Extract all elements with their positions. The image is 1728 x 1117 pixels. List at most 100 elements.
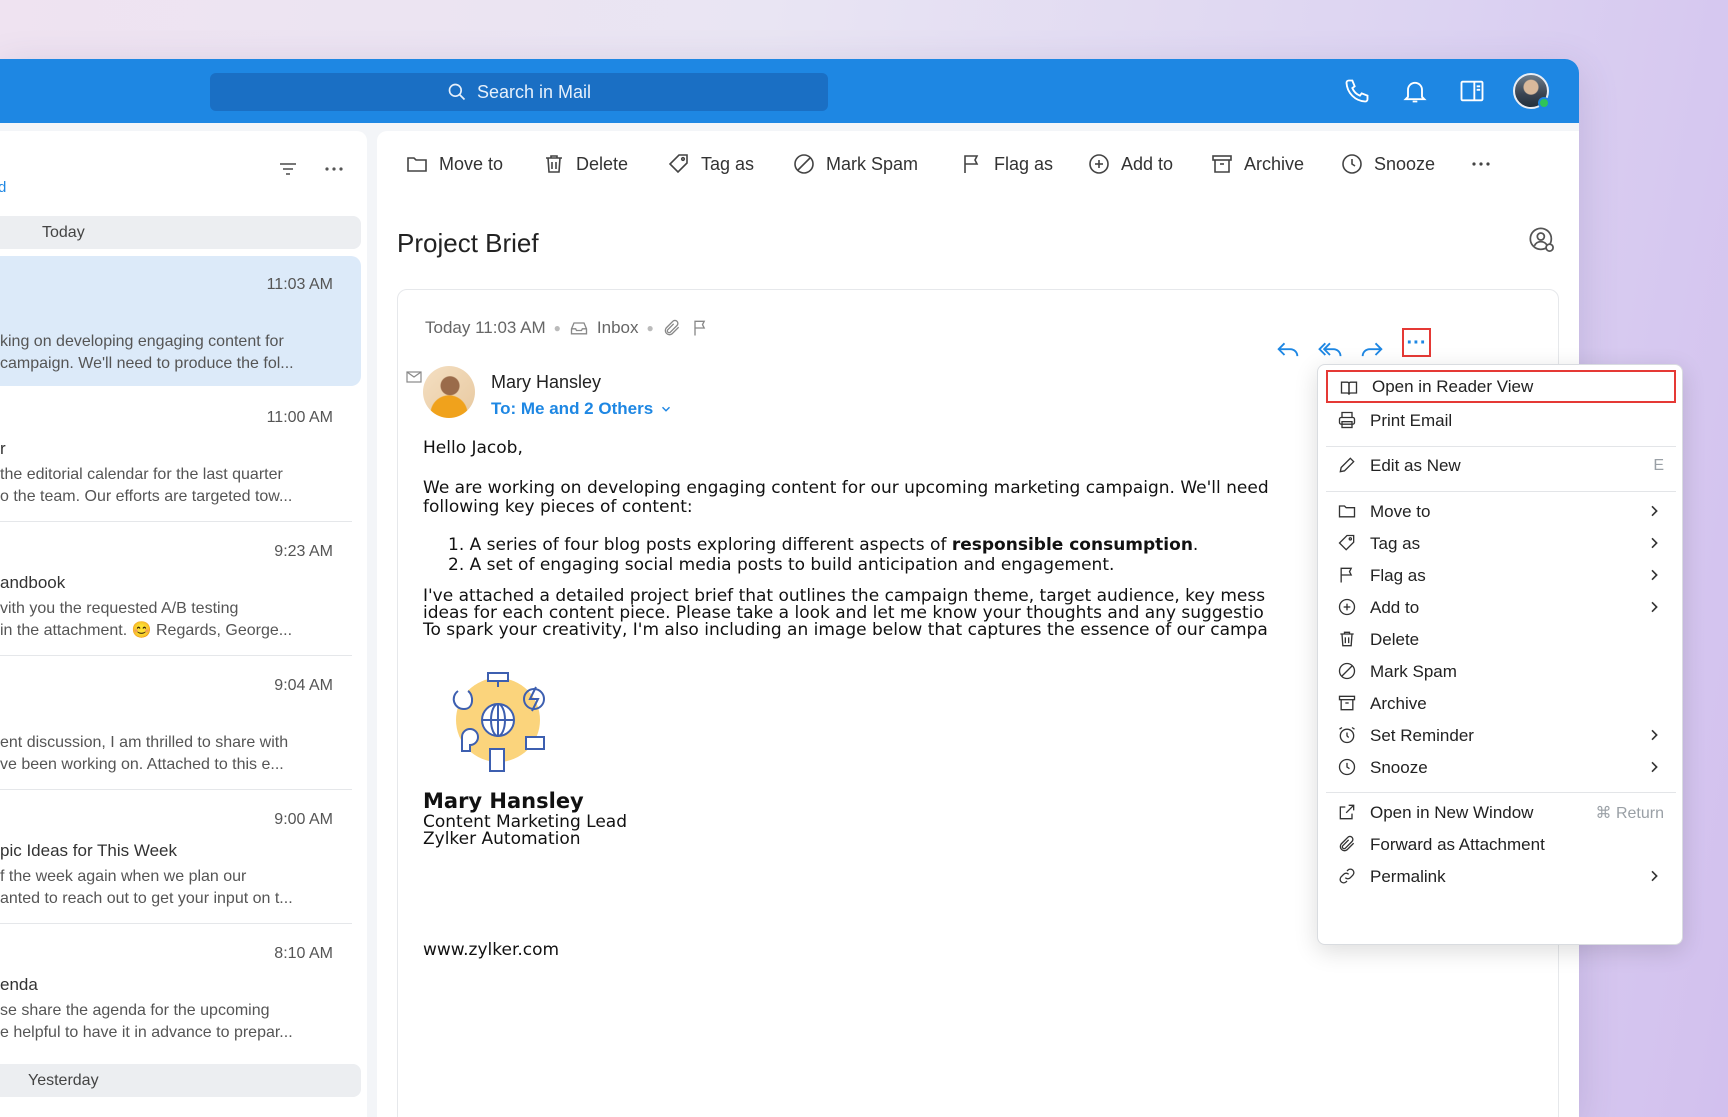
item-time: 9:00 AM: [274, 811, 333, 828]
email-meta: Today 11:03 AM ● Inbox ●: [425, 318, 710, 338]
list-item[interactable]: 9:23 AM andbook vith you the requested A…: [0, 523, 361, 653]
tag-icon: [668, 154, 688, 174]
signature-company: Zylker Automation: [423, 829, 581, 849]
item-time: 9:23 AM: [274, 543, 333, 560]
spam-icon: [794, 154, 814, 174]
email-paragraph-1: following key pieces of content:: [423, 497, 693, 517]
menu-item-forward-attachment[interactable]: Forward as Attachment: [1326, 828, 1676, 861]
meta-separator: ●: [646, 321, 654, 335]
menu-item-add-to[interactable]: Add to: [1326, 591, 1676, 624]
item-subject: andbook: [0, 573, 66, 592]
tag-icon: [1338, 534, 1355, 551]
email-list-item: 2. A set of engaging social media posts …: [448, 555, 1115, 575]
filter-icon[interactable]: [276, 157, 300, 181]
menu-item-edit-as-new[interactable]: Edit as New E: [1326, 449, 1676, 482]
snooze-button[interactable]: Snooze: [1340, 146, 1435, 182]
list-item[interactable]: 11:03 AM king on developing engaging con…: [0, 256, 361, 386]
reader-view-icon: [1340, 381, 1358, 395]
contacts-icon[interactable]: [1528, 226, 1556, 254]
add-to-button[interactable]: Add to: [1087, 146, 1173, 182]
menu-item-print-email[interactable]: Print Email: [1326, 404, 1676, 437]
link-icon: [1339, 868, 1355, 884]
alarm-icon: [1339, 726, 1355, 744]
signature-website[interactable]: www.zylker.com: [423, 940, 559, 960]
sender-avatar[interactable]: [423, 366, 475, 418]
email-date: Today 11:03 AM: [425, 318, 546, 337]
flag-icon: [1340, 567, 1353, 583]
flag-icon[interactable]: [690, 318, 710, 338]
list-item[interactable]: 8:10 AM enda se share the agenda for the…: [0, 925, 361, 1055]
chevron-right-icon: [1651, 601, 1658, 613]
campaign-illustration: [438, 665, 558, 785]
item-time: 8:10 AM: [274, 945, 333, 962]
spam-icon: [1338, 662, 1356, 680]
list-divider: [0, 521, 352, 522]
delete-button[interactable]: Delete: [542, 146, 628, 182]
chevron-right-icon: [1651, 729, 1658, 741]
menu-item-mark-spam[interactable]: Mark Spam: [1326, 655, 1676, 688]
menu-item-tag-as[interactable]: Tag as: [1326, 527, 1676, 560]
more-icon[interactable]: [322, 157, 346, 181]
email-more-button[interactable]: ···: [1402, 328, 1431, 357]
reply-icon[interactable]: [1274, 334, 1302, 362]
flag-icon: [964, 155, 979, 173]
menu-item-archive[interactable]: Archive: [1326, 687, 1676, 720]
trash-icon: [546, 155, 562, 173]
group-header-today: Today: [0, 216, 361, 249]
archive-icon: [1338, 695, 1356, 711]
list-item[interactable]: 9:00 AM pic Ideas for This Week f the we…: [0, 791, 361, 921]
chevron-down-icon: [662, 406, 671, 412]
clock-icon: [1338, 758, 1356, 776]
list-link-fragment[interactable]: d: [0, 179, 6, 196]
menu-item-snooze[interactable]: Snooze: [1326, 751, 1676, 784]
bell-icon[interactable]: [1401, 77, 1429, 105]
menu-item-set-reminder[interactable]: Set Reminder: [1326, 719, 1676, 752]
item-preview: ent discussion, I am thrilled to share w…: [0, 734, 289, 773]
envelope-icon: [406, 370, 422, 384]
phone-icon[interactable]: [1343, 77, 1371, 105]
email-context-menu: Open in Reader View Print Email Edit as …: [1317, 364, 1683, 945]
recipients-toggle[interactable]: To: Me and 2 Others: [491, 399, 673, 419]
list-divider: [0, 789, 352, 790]
chevron-right-icon: [1651, 537, 1658, 549]
top-bar: Search in Mail: [0, 59, 1579, 123]
action-toolbar: Move to Delete Tag as Mark Spam Flag as …: [377, 146, 1579, 182]
toolbar-more-button[interactable]: [1469, 146, 1493, 182]
menu-item-permalink[interactable]: Permalink: [1326, 860, 1676, 893]
flag-as-button[interactable]: Flag as: [960, 146, 1053, 182]
item-preview: f the week again when we plan our anted t…: [0, 868, 293, 907]
menu-item-open-reader-view[interactable]: Open in Reader View: [1326, 370, 1676, 403]
tag-as-button[interactable]: Tag as: [667, 146, 754, 182]
item-subject: r: [0, 439, 6, 458]
menu-item-flag-as[interactable]: Flag as: [1326, 559, 1676, 592]
email-folder[interactable]: Inbox: [597, 318, 639, 338]
more-icon: [1472, 162, 1490, 166]
reply-all-icon[interactable]: [1316, 334, 1344, 362]
search-bar[interactable]: Search in Mail: [210, 73, 828, 111]
meta-separator: ●: [553, 321, 561, 335]
forward-icon[interactable]: [1358, 334, 1386, 362]
pencil-icon: [1339, 457, 1355, 473]
mark-spam-button[interactable]: Mark Spam: [792, 146, 918, 182]
user-avatar[interactable]: [1513, 73, 1550, 109]
menu-item-open-new-window[interactable]: Open in New Window ⌘ Return: [1326, 796, 1676, 829]
list-divider: [0, 655, 352, 656]
item-time: 9:04 AM: [274, 677, 333, 694]
reading-pane-icon[interactable]: [1458, 77, 1486, 105]
item-preview: vith you the requested A/B testing in the…: [0, 600, 293, 639]
trash-icon: [1340, 631, 1354, 647]
signature-name: Mary Hansley: [423, 789, 584, 813]
menu-separator: [1326, 446, 1676, 447]
menu-item-move-to[interactable]: Move to: [1326, 495, 1676, 528]
move-to-button[interactable]: Move to: [405, 146, 503, 182]
archive-button[interactable]: Archive: [1210, 146, 1304, 182]
sender-name[interactable]: Mary Hansley: [491, 372, 601, 393]
search-placeholder: Search in Mail: [476, 81, 592, 102]
menu-item-delete[interactable]: Delete: [1326, 623, 1676, 656]
list-item[interactable]: 9:04 AM ent discussion, I am thrilled to…: [0, 657, 361, 787]
online-status-dot: [1538, 97, 1550, 109]
menu-separator: [1326, 491, 1676, 492]
folder-icon: [1338, 505, 1356, 518]
list-item[interactable]: 11:00 AM r the editorial calendar for th…: [0, 389, 361, 519]
paperclip-icon[interactable]: [662, 318, 682, 338]
